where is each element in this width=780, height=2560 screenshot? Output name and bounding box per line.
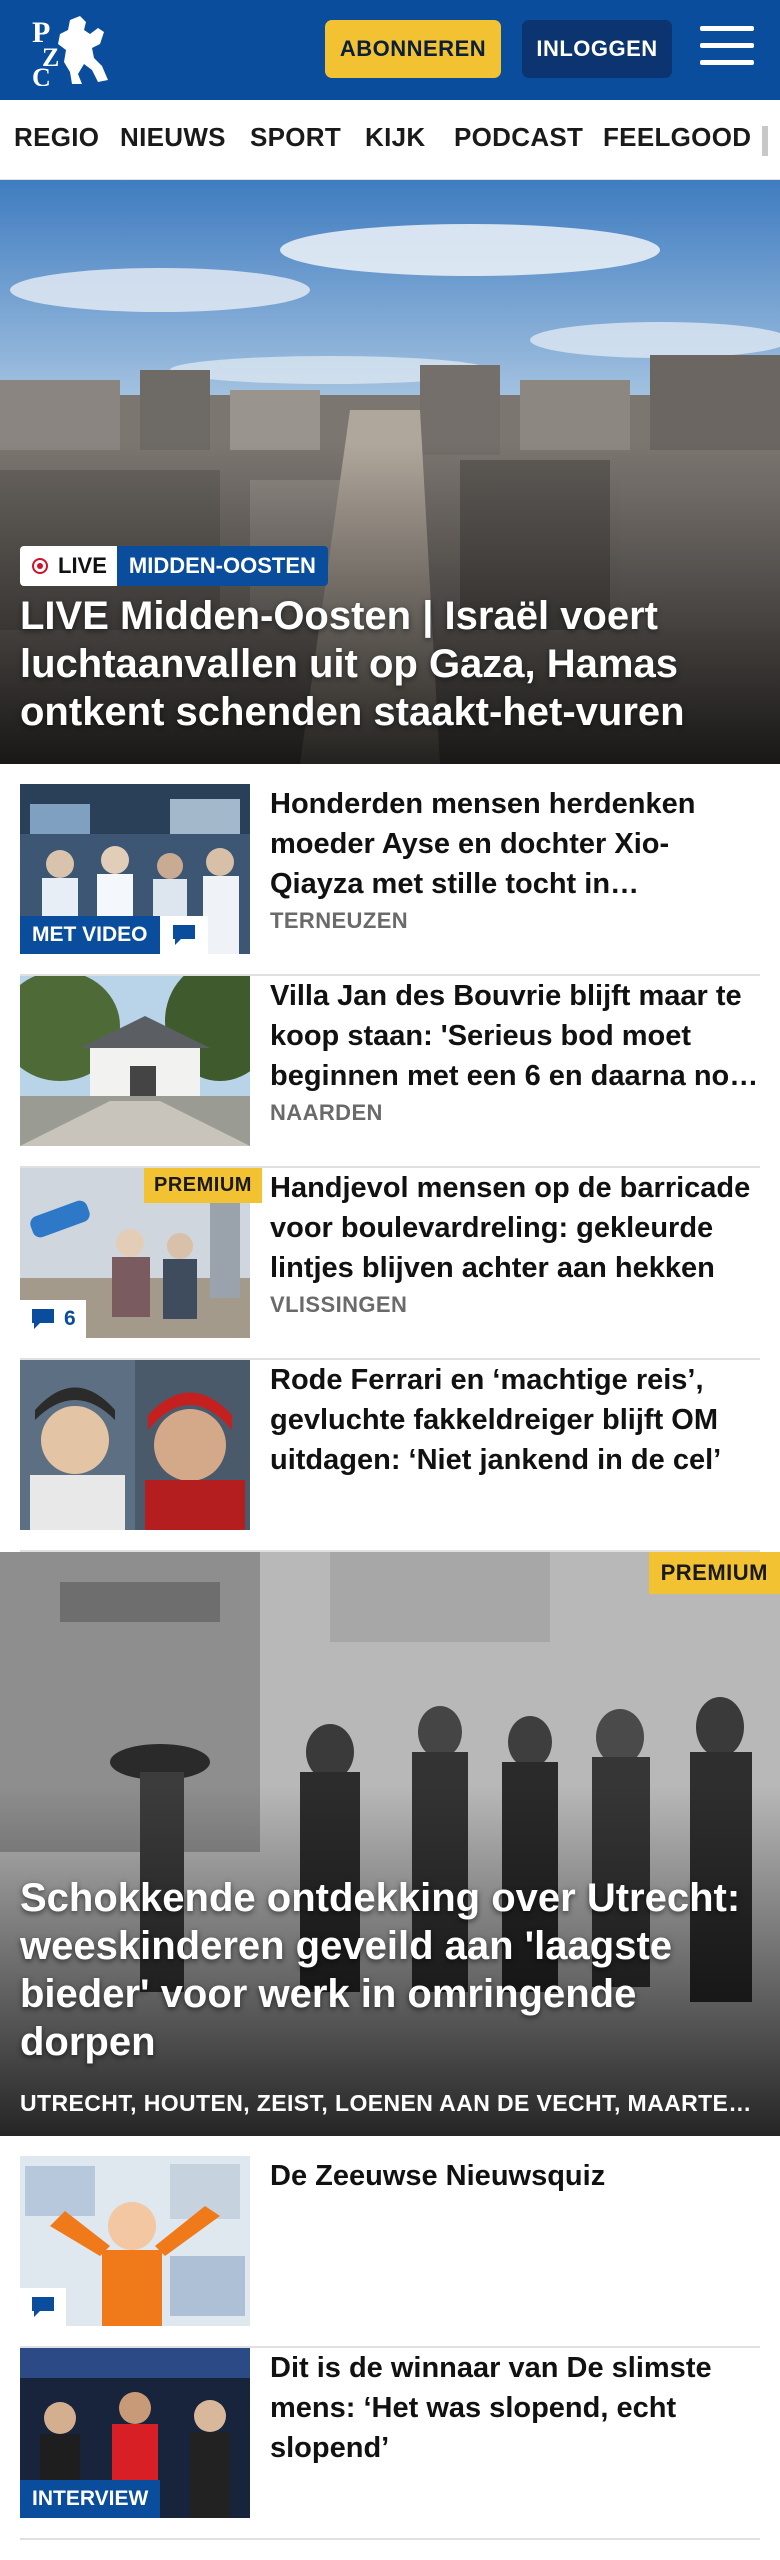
list-item[interactable]: INTERVIEW Dit is de winnaar van De slims… <box>20 2348 760 2540</box>
comment-icon <box>32 2297 54 2317</box>
article-location: TERNEUZEN <box>270 908 409 933</box>
feature-locations: UTRECHT, HOUTEN, ZEIST, LOENEN AAN DE VE… <box>20 2090 760 2116</box>
nav-item-sport[interactable]: SPORT <box>250 122 341 153</box>
comment-count: 6 <box>64 1307 76 1330</box>
nav-item-feelgood[interactable]: FEELGOOD <box>603 122 751 153</box>
article-location: VLISSINGEN <box>270 1292 408 1317</box>
comment-icon[interactable] <box>159 916 208 954</box>
feature-article[interactable]: PREMIUM Schokkende ontdekking over Utrec… <box>0 1552 780 2136</box>
video-tag: MET VIDEO <box>20 916 208 954</box>
article-title[interactable]: Honderden mensen herdenken moeder Ayse e… <box>270 784 760 904</box>
premium-badge: PREMIUM <box>144 1168 262 1203</box>
article-thumbnail <box>20 976 250 1146</box>
svg-text:C: C <box>32 63 51 86</box>
article-location: NAARDEN <box>270 1100 383 1125</box>
logo-mark: P Z C <box>32 16 108 92</box>
list-item[interactable]: Villa Jan des Bouvrie blijft maar te koo… <box>20 976 760 1168</box>
logo[interactable]: P Z C <box>28 14 112 92</box>
nav-item-nieuws[interactable]: NIEUWS <box>120 122 226 153</box>
hero-article[interactable]: LIVE MIDDEN-OOSTEN LIVE Midden-Oosten | … <box>0 180 780 764</box>
comment-icon <box>32 1309 54 1329</box>
article-title[interactable]: Rode Ferrari en ‘machtige reis’, gevluch… <box>270 1360 760 1480</box>
list-item[interactable]: Rode Ferrari en ‘machtige reis’, gevluch… <box>20 1360 760 1552</box>
article-title[interactable]: Dit is de winnaar van De slimste mens: ‘… <box>270 2348 760 2468</box>
live-label: LIVE <box>58 553 107 578</box>
hero-title[interactable]: LIVE Midden-Oosten | Israël voert luchta… <box>20 592 760 736</box>
live-badge: LIVE <box>20 546 117 586</box>
article-title[interactable]: Handjevol mensen op de barricade voor bo… <box>270 1168 760 1288</box>
hero-badges: LIVE MIDDEN-OOSTEN <box>20 546 328 586</box>
list-item[interactable]: PREMIUM 6 Handjevol mensen op de barrica… <box>20 1168 760 1360</box>
comment-count-box[interactable]: 6 <box>20 1300 86 1338</box>
nav-item-kijk[interactable]: KIJK <box>365 122 425 153</box>
live-dot-icon <box>32 558 48 574</box>
list-item[interactable]: De Zeeuwse Nieuwsquiz <box>20 2156 760 2348</box>
menu-icon[interactable] <box>700 26 754 72</box>
interview-tag: INTERVIEW <box>20 2480 161 2518</box>
list-item[interactable]: MET VIDEO Honderden mensen herdenken moe… <box>20 784 760 976</box>
section-badge: MIDDEN-OOSTEN <box>116 546 328 586</box>
subscribe-button[interactable]: ABONNEREN <box>325 20 501 78</box>
login-button[interactable]: INLOGGEN <box>522 20 672 78</box>
premium-badge: PREMIUM <box>648 1552 780 1594</box>
article-title[interactable]: De Zeeuwse Nieuwsquiz <box>270 2156 760 2196</box>
comment-icon-box[interactable] <box>20 2288 66 2326</box>
article-title[interactable]: Villa Jan des Bouvrie blijft maar te koo… <box>270 976 760 1096</box>
site-header: P Z C ABONNEREN INLOGGEN <box>0 0 780 100</box>
article-thumbnail <box>20 1360 250 1530</box>
section-nav: REGIO NIEUWS SPORT KIJK PODCAST FEELGOOD <box>0 100 780 180</box>
video-tag-label: MET VIDEO <box>20 916 160 954</box>
nav-overflow-indicator <box>762 126 768 156</box>
feature-title[interactable]: Schokkende ontdekking over Utrecht: wees… <box>20 1874 760 2066</box>
interview-tag-label: INTERVIEW <box>20 2480 161 2518</box>
nav-item-regio[interactable]: REGIO <box>14 122 99 153</box>
nav-item-podcast[interactable]: PODCAST <box>454 122 583 153</box>
